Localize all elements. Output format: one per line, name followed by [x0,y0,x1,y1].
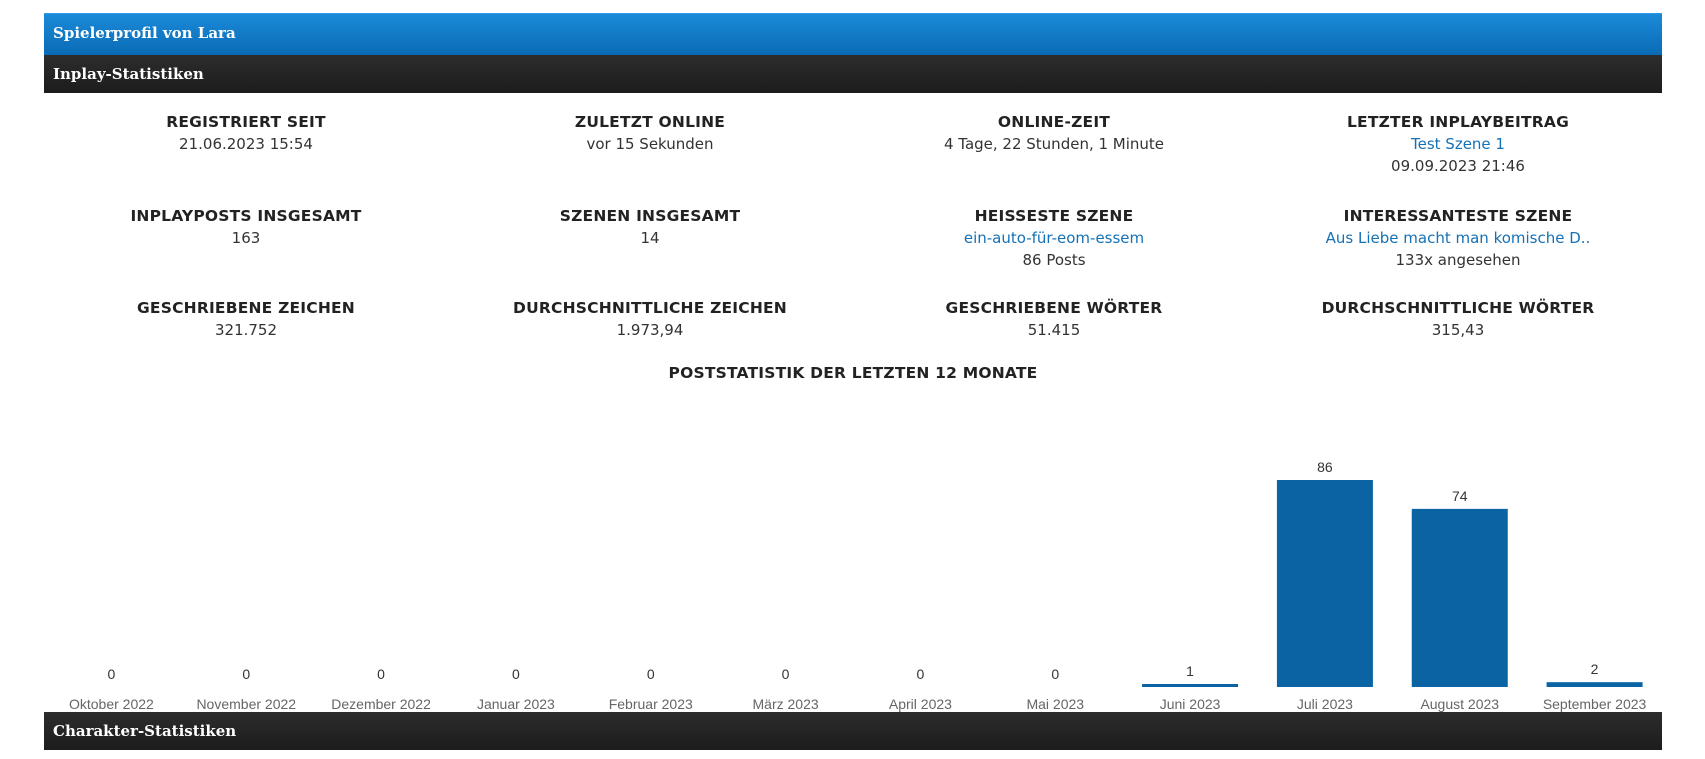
stat-label: REGISTRIERT SEIT [166,113,326,131]
stat-chars-avg: DURCHSCHNITTLICHE ZEICHEN 1.973,94 [448,297,852,341]
chart-category-label: August 2023 [1420,696,1499,712]
stat-label: ONLINE-ZEIT [997,113,1111,131]
stat-value: 163 [231,229,261,247]
stat-words-avg: DURCHSCHNITTLICHE WÖRTER 315,43 [1256,297,1660,341]
chart-value-label: 2 [1591,661,1599,677]
chart-category-label: Oktober 2022 [69,696,154,712]
stat-value: 21.06.2023 15:54 [179,135,313,153]
chart-category-label: Dezember 2022 [331,696,431,712]
stat-online-time: ONLINE-ZEIT 4 Tage, 22 Stunden, 1 Minute [852,111,1256,155]
inplay-stats-header: Inplay-Statistiken [44,55,1662,93]
character-stats-header: Charakter-Statistiken [44,712,1662,750]
stat-scenes-total: SZENEN INSGESAMT 14 [448,205,852,249]
chart-category-label: April 2023 [889,696,952,712]
chart-value-label: 86 [1317,459,1333,475]
stat-label: DURCHSCHNITTLICHE WÖRTER [1321,299,1595,317]
stat-label: HEISSESTE SZENE [974,207,1134,225]
stat-value: 4 Tage, 22 Stunden, 1 Minute [943,135,1165,153]
chart-value-label: 0 [917,666,925,682]
chart-value-label: 0 [108,666,116,682]
stat-words-written: GESCHRIEBENE WÖRTER 51.415 [852,297,1256,341]
stat-value: 51.415 [1027,321,1081,339]
chart-value-label: 0 [782,666,790,682]
stat-interesting-scene: INTERESSANTESTE SZENE Aus Liebe macht ma… [1256,205,1660,271]
chart-category-label: Juni 2023 [1160,696,1221,712]
last-post-scene-link[interactable]: Test Szene 1 [1256,133,1660,155]
stat-label: GESCHRIEBENE WÖRTER [945,299,1163,317]
stat-value: 321.752 [214,321,278,339]
stat-value: 14 [640,229,660,247]
chart-category-label: Juli 2023 [1297,696,1353,712]
chart-category-label: Januar 2023 [477,696,555,712]
chart-value-label: 0 [647,666,655,682]
profile-title: Spielerprofil von Lara [44,13,1662,55]
stat-value: 315,43 [1431,321,1485,339]
chart-bar [1276,480,1373,687]
stat-value: 09.09.2023 21:46 [1391,157,1525,175]
stat-label: LETZTER INPLAYBEITRAG [1346,113,1570,131]
chart-category-label: November 2022 [196,696,296,712]
stat-hottest-scene: HEISSESTE SZENE ein-auto-für-eom-essem 8… [852,205,1256,271]
stat-label: SZENEN INSGESAMT [559,207,741,225]
chart-value-label: 0 [512,666,520,682]
profile-panel: Spielerprofil von Lara Inplay-Statistike… [44,13,1662,383]
stat-last-post: LETZTER INPLAYBEITRAG Test Szene 1 09.09… [1256,111,1660,177]
post-statistics-chart: 0 Oktober 2022 0 November 2022 0 Dezember 202… [69,459,1647,712]
stat-label: INPLAYPOSTS INSGESAMT [130,207,362,225]
interesting-scene-link[interactable]: Aus Liebe macht man komische D.. [1256,227,1660,249]
stat-registered: REGISTRIERT SEIT 21.06.2023 15:54 [44,111,448,155]
stat-value: 133x angesehen [1395,251,1521,269]
chart-bar [1142,684,1239,687]
chart-value-label: 0 [242,666,250,682]
chart-category-label: März 2023 [753,696,819,712]
stat-label: GESCHRIEBENE ZEICHEN [137,299,355,317]
stat-label: INTERESSANTESTE SZENE [1343,207,1573,225]
chart-category-label: Februar 2023 [609,696,693,712]
stat-label: ZULETZT ONLINE [574,113,726,131]
chart-category-label: September 2023 [1543,696,1647,712]
stat-value: vor 15 Sekunden [586,135,714,153]
stat-chars-written: GESCHRIEBENE ZEICHEN 321.752 [44,297,448,341]
stat-last-online: ZULETZT ONLINE vor 15 Sekunden [448,111,852,155]
stat-value: 86 Posts [1022,251,1086,269]
chart-value-label: 0 [1051,666,1059,682]
chart-value-label: 74 [1452,488,1468,504]
hottest-scene-link[interactable]: ein-auto-für-eom-essem [852,227,1256,249]
chart-category-label: Mai 2023 [1026,696,1084,712]
chart-value-label: 0 [377,666,385,682]
inplay-stats-grid: REGISTRIERT SEIT 21.06.2023 15:54 ZULETZ… [44,93,1662,383]
chart-title: POSTSTATISTIK DER LETZTEN 12 MONATE [668,364,1038,382]
chart-bar [1411,508,1508,687]
character-stats-panel: Charakter-Statistiken [44,712,1662,750]
chart-bar [1546,682,1643,687]
stat-label: DURCHSCHNITTLICHE ZEICHEN [513,299,787,317]
stat-posts-total: INPLAYPOSTS INSGESAMT 163 [44,205,448,249]
stat-value: 1.973,94 [616,321,684,339]
chart-value-label: 1 [1186,663,1194,679]
